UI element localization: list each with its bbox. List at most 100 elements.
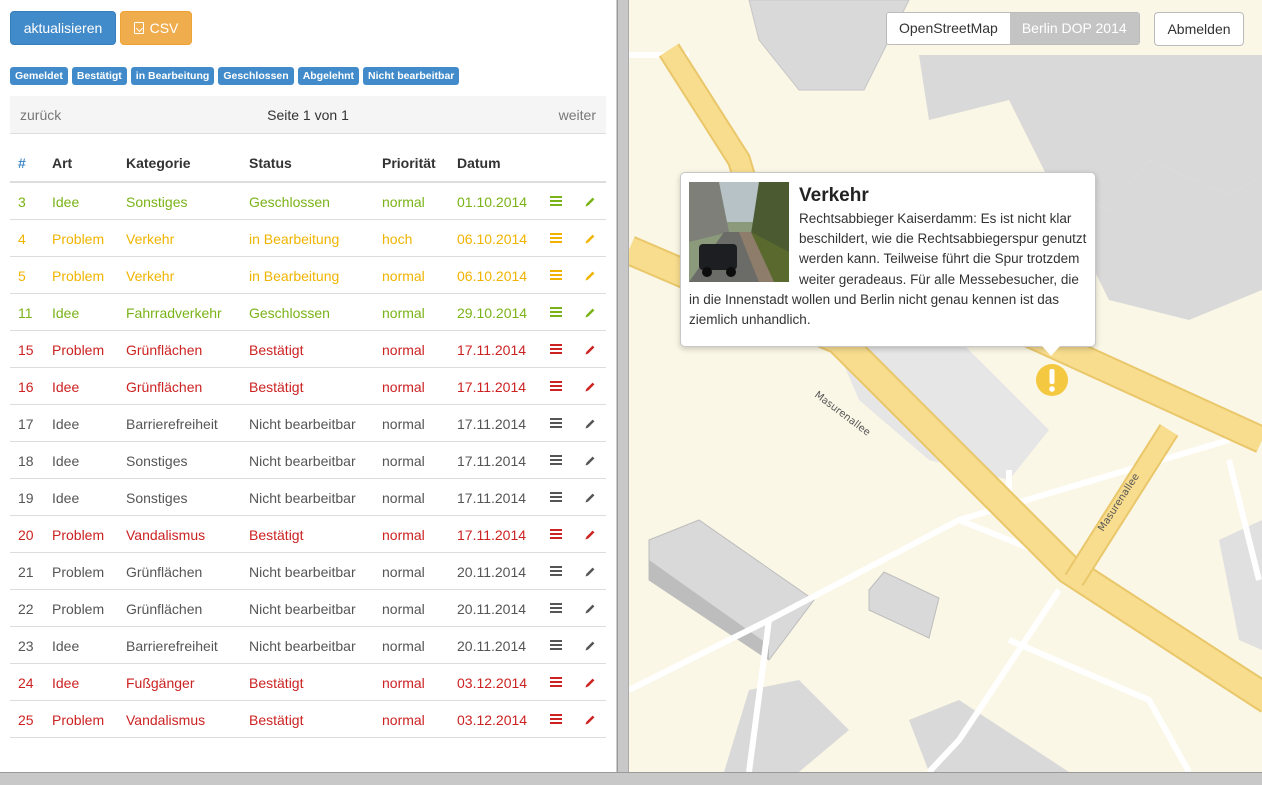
logout-button[interactable]: Abmelden — [1154, 12, 1244, 46]
row-datum: 17.11.2014 — [457, 342, 527, 358]
table-row[interactable]: 17 Idee Barrierefreiheit Nicht bearbeitbar n… — [10, 405, 606, 442]
row-art: Idee — [52, 379, 80, 395]
row-prioritaet: normal — [382, 601, 425, 617]
filter-bestaetigt[interactable]: Bestätigt — [71, 67, 127, 85]
pencil-icon[interactable] — [584, 380, 596, 392]
header-datum[interactable]: Datum — [457, 155, 501, 171]
row-id: 15 — [18, 342, 34, 358]
filter-in-bearbeitung[interactable]: in Bearbeitung — [130, 67, 215, 85]
table-row[interactable]: 4 Problem Verkehr in Bearbeitung hoch 06.10.2… — [10, 220, 606, 257]
row-art: Problem — [52, 342, 105, 358]
table-row[interactable]: 18 Idee Sonstiges Nicht bearbeitbar normal 17… — [10, 442, 606, 479]
row-kategorie: Sonstiges — [126, 453, 188, 469]
filter-nicht-bearbeitbar[interactable]: Nicht bearbeitbar — [363, 67, 460, 85]
list-icon[interactable] — [550, 233, 562, 244]
header-id[interactable]: # — [18, 155, 26, 171]
filter-abgelehnt[interactable]: Abgelehnt — [297, 67, 360, 85]
pencil-icon[interactable] — [584, 676, 596, 688]
refresh-button[interactable]: aktualisieren — [10, 11, 116, 45]
table-row[interactable]: 3 Idee Sonstiges Geschlossen normal 01.10.201… — [10, 183, 606, 220]
row-id: 22 — [18, 601, 34, 617]
row-datum: 03.12.2014 — [457, 712, 528, 728]
row-id: 25 — [18, 712, 34, 728]
row-prioritaet: normal — [382, 527, 425, 543]
list-icon[interactable] — [550, 603, 562, 614]
pencil-icon[interactable] — [584, 269, 596, 281]
table-row[interactable]: 23 Idee Barrierefreiheit Nicht bearbeitbar n… — [10, 627, 606, 664]
layer-osm-button[interactable]: OpenStreetMap — [887, 13, 1010, 44]
issue-table: # Art Kategorie Status Priorität Datum 3… — [10, 146, 606, 738]
row-art: Idee — [52, 490, 80, 506]
header-prioritaet[interactable]: Priorität — [382, 155, 436, 171]
pencil-icon[interactable] — [584, 195, 596, 207]
table-row[interactable]: 5 Problem Verkehr in Bearbeitung normal 06.10… — [10, 257, 606, 294]
table-row[interactable]: 20 Problem Vandalismus Bestätigt normal 17.11… — [10, 516, 606, 553]
row-kategorie: Grünflächen — [126, 601, 203, 617]
table-row[interactable]: 16 Idee Grünflächen Bestätigt normal 17.11.20… — [10, 368, 606, 405]
layer-dop-button[interactable]: Berlin DOP 2014 — [1009, 13, 1139, 44]
row-art: Idee — [52, 305, 80, 321]
list-icon[interactable] — [550, 677, 562, 688]
filter-geschlossen[interactable]: Geschlossen — [218, 67, 294, 85]
row-status: Nicht bearbeitbar — [249, 490, 356, 506]
table-row[interactable]: 11 Idee Fahrradverkehr Geschlossen normal 29.… — [10, 294, 606, 331]
table-row[interactable]: 21 Problem Grünflächen Nicht bearbeitbar nor… — [10, 553, 606, 590]
row-id: 19 — [18, 490, 34, 506]
list-icon[interactable] — [550, 455, 562, 466]
table-body: 3 Idee Sonstiges Geschlossen normal 01.10.201… — [10, 183, 606, 738]
header-art[interactable]: Art — [52, 155, 72, 171]
pencil-icon[interactable] — [584, 306, 596, 318]
csv-export-button[interactable]: CSV — [120, 11, 192, 45]
list-icon[interactable] — [550, 344, 562, 355]
pencil-icon[interactable] — [584, 713, 596, 725]
list-icon[interactable] — [550, 714, 562, 725]
row-art: Problem — [52, 564, 105, 580]
popup-text-spacer — [689, 209, 799, 281]
pencil-icon[interactable] — [584, 602, 596, 614]
row-prioritaet: normal — [382, 342, 425, 358]
row-datum: 17.11.2014 — [457, 527, 527, 543]
pencil-icon[interactable] — [584, 232, 596, 244]
pencil-icon[interactable] — [584, 454, 596, 466]
row-id: 24 — [18, 675, 34, 691]
header-status[interactable]: Status — [249, 155, 292, 171]
list-icon[interactable] — [550, 270, 562, 281]
list-icon[interactable] — [550, 307, 562, 318]
split-divider[interactable] — [617, 0, 629, 772]
row-art: Problem — [52, 268, 105, 284]
row-art: Idee — [52, 675, 80, 691]
refresh-button-label: aktualisieren — [23, 20, 103, 36]
next-page-link[interactable]: weiter — [559, 107, 596, 123]
list-icon[interactable] — [550, 418, 562, 429]
pencil-icon[interactable] — [584, 565, 596, 577]
pencil-icon[interactable] — [584, 528, 596, 540]
row-kategorie: Grünflächen — [126, 564, 203, 580]
filter-gemeldet[interactable]: Gemeldet — [10, 67, 68, 85]
row-kategorie: Barrierefreiheit — [126, 638, 218, 654]
exclamation-icon[interactable] — [1035, 363, 1069, 397]
row-id: 17 — [18, 416, 34, 432]
table-row[interactable]: 24 Idee Fußgänger Bestätigt normal 03.12.2014 — [10, 664, 606, 701]
list-icon[interactable] — [550, 492, 562, 503]
table-row[interactable]: 22 Problem Grünflächen Nicht bearbeitbar nor… — [10, 590, 606, 627]
issue-popup[interactable]: Verkehr Rechtsabbieger Kaiserdamm: Es is… — [680, 172, 1096, 347]
row-datum: 17.11.2014 — [457, 453, 527, 469]
list-icon[interactable] — [550, 196, 562, 207]
pencil-icon[interactable] — [584, 491, 596, 503]
table-row[interactable]: 19 Idee Sonstiges Nicht bearbeitbar normal 17… — [10, 479, 606, 516]
table-row[interactable]: 15 Problem Grünflächen Bestätigt normal 17.11… — [10, 331, 606, 368]
pencil-icon[interactable] — [584, 343, 596, 355]
row-status: in Bearbeitung — [249, 268, 340, 284]
table-row[interactable]: 25 Problem Vandalismus Bestätigt normal 03.12… — [10, 701, 606, 738]
pencil-icon[interactable] — [584, 417, 596, 429]
row-art: Problem — [52, 601, 105, 617]
row-kategorie: Fußgänger — [126, 675, 195, 691]
header-kategorie[interactable]: Kategorie — [126, 155, 191, 171]
horizontal-scrollbar[interactable] — [0, 772, 1262, 785]
map-view[interactable]: Masurenallee Masurenallee — [629, 0, 1262, 772]
list-icon[interactable] — [550, 566, 562, 577]
pencil-icon[interactable] — [584, 639, 596, 651]
list-icon[interactable] — [550, 381, 562, 392]
list-icon[interactable] — [550, 529, 562, 540]
list-icon[interactable] — [550, 640, 562, 651]
